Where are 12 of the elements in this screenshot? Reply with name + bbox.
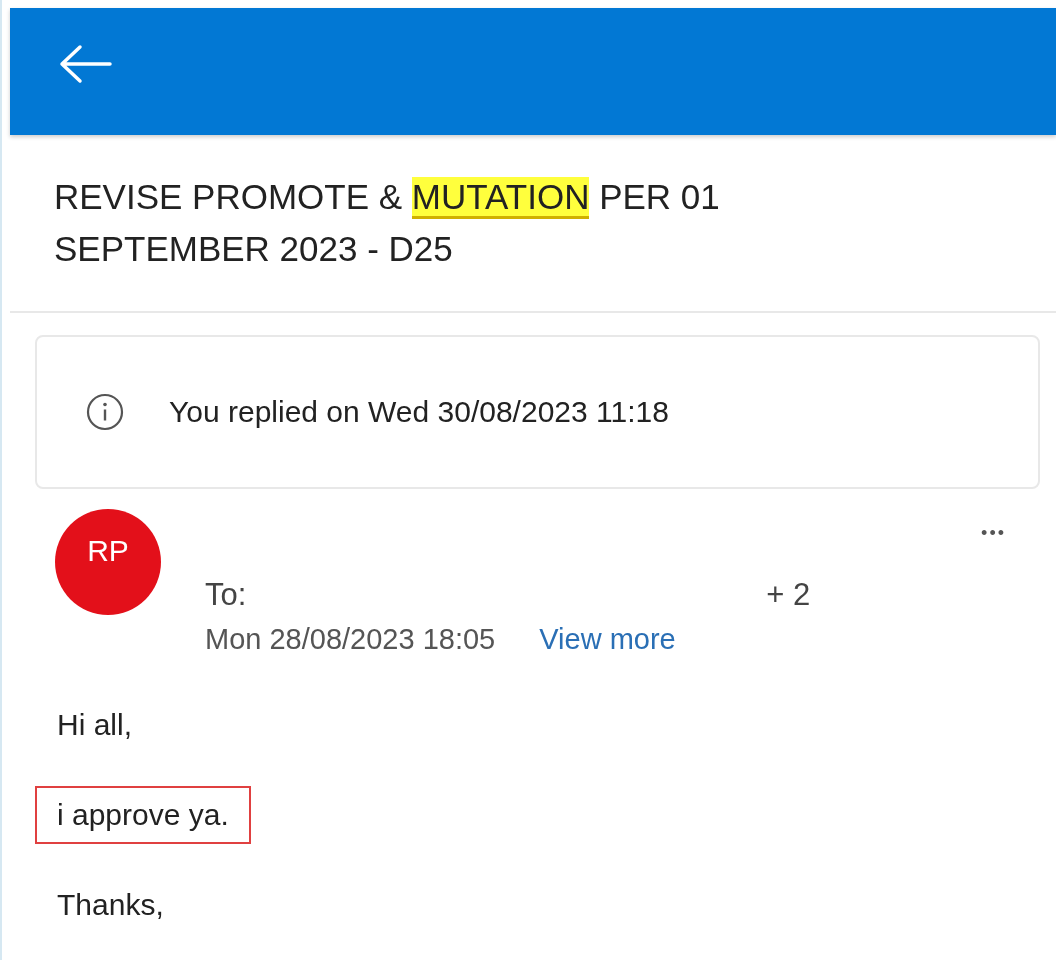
more-options-button[interactable]: •••	[977, 519, 1010, 548]
view-more-link[interactable]: View more	[539, 623, 676, 656]
to-label: To:	[205, 577, 247, 613]
sender-avatar: RP	[55, 509, 161, 615]
email-subject: REVISE PROMOTE & MUTATION PER 01 SEPTEMBER 2023 - D25	[54, 176, 721, 270]
extra-recipients-count[interactable]: + 2	[766, 577, 811, 613]
info-icon	[85, 392, 125, 432]
sent-date: Mon 28/08/2023 18:05	[205, 623, 496, 656]
reply-notice-text: You replied on Wed 30/08/2023 11:18	[169, 395, 669, 429]
back-arrow-icon	[58, 44, 112, 84]
body-line: Hi all,	[56, 707, 133, 743]
body-line: Thanks,	[56, 887, 165, 923]
